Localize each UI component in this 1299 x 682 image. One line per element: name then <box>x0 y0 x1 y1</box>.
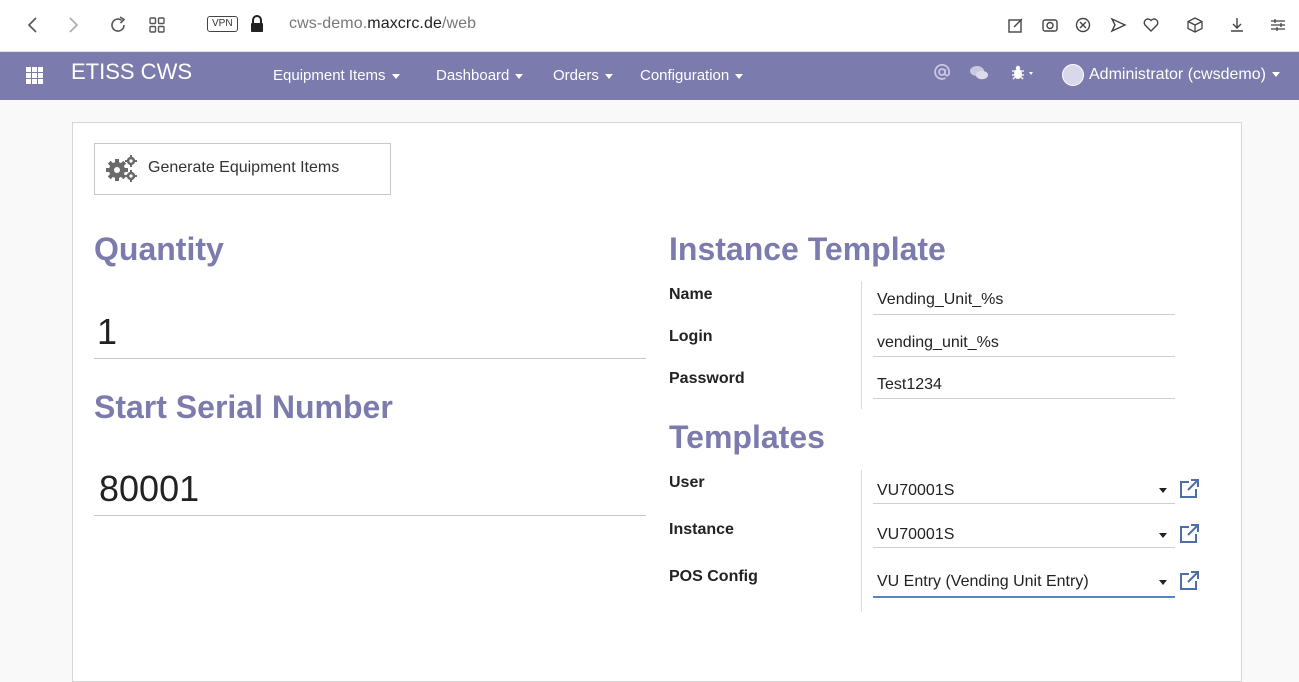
column-separator <box>861 281 862 409</box>
app-navbar: ETISS CWS Equipment Items Dashboard Orde… <box>0 52 1299 100</box>
name-input[interactable]: Vending_Unit_%s <box>877 291 1003 309</box>
avatar[interactable] <box>1062 64 1084 86</box>
camera-icon[interactable] <box>1038 13 1062 37</box>
quantity-underline <box>94 358 646 359</box>
forward-icon[interactable] <box>61 12 85 38</box>
instance-label: Instance <box>669 521 734 538</box>
password-label: Password <box>669 370 745 387</box>
menu-label: Orders <box>553 67 599 84</box>
login-underline <box>873 356 1175 357</box>
menu-label: Configuration <box>640 67 730 84</box>
block-icon[interactable] <box>1071 13 1095 37</box>
back-icon[interactable] <box>21 12 45 38</box>
caret-down-icon <box>391 73 400 79</box>
pos-config-underline <box>873 596 1175 598</box>
dropdown-caret-icon[interactable] <box>1159 533 1167 538</box>
dropdown-caret-icon[interactable] <box>1159 580 1167 585</box>
browser-toolbar: VPN cws-demo.maxcrc.de/web <box>0 0 1299 52</box>
chat-icon[interactable] <box>969 64 989 87</box>
password-input[interactable]: Test1234 <box>877 376 942 394</box>
pos-config-label: POS Config <box>669 568 758 585</box>
caret-down-icon <box>604 73 613 79</box>
menu-dashboard[interactable]: Dashboard <box>436 67 524 84</box>
caret-down-icon <box>515 73 524 79</box>
serial-heading: Start Serial Number <box>94 389 393 425</box>
url-prefix: cws-demo. <box>289 15 368 32</box>
serial-underline <box>94 515 646 516</box>
password-underline <box>873 398 1175 399</box>
download-icon[interactable] <box>1225 13 1249 37</box>
caret-down-icon <box>1271 72 1280 78</box>
templates-heading: Templates <box>669 419 825 455</box>
external-link-icon[interactable] <box>1177 569 1201 593</box>
menu-equipment-items[interactable]: Equipment Items <box>273 67 400 84</box>
reload-icon[interactable] <box>106 12 130 38</box>
user-menu[interactable]: Administrator (cwsdemo) <box>1089 66 1280 84</box>
name-label: Name <box>669 286 713 303</box>
user-label: User <box>669 474 705 491</box>
user-underline <box>873 503 1175 504</box>
instance-select[interactable]: VU70001S <box>877 526 954 544</box>
address-bar[interactable]: cws-demo.maxcrc.de/web <box>289 15 476 33</box>
login-label: Login <box>669 328 713 345</box>
menu-label: Equipment Items <box>273 67 386 84</box>
app-brand: ETISS CWS <box>71 59 193 84</box>
menu-orders[interactable]: Orders <box>553 67 613 84</box>
send-icon[interactable] <box>1106 13 1130 37</box>
debug-bug-icon[interactable] <box>1010 64 1036 87</box>
menu-label: Dashboard <box>436 67 510 84</box>
edit-page-icon[interactable] <box>1004 13 1028 37</box>
caret-down-icon <box>735 73 744 79</box>
name-underline <box>873 314 1175 315</box>
quantity-heading: Quantity <box>94 231 224 267</box>
dropdown-caret-icon[interactable] <box>1159 488 1167 493</box>
box-icon[interactable] <box>1183 13 1207 37</box>
user-select[interactable]: VU70001S <box>877 482 954 500</box>
url-path: /web <box>441 15 477 32</box>
lock-icon <box>251 15 263 32</box>
instance-underline <box>873 547 1175 548</box>
form-sheet: Generate Equipment Items Quantity 1 Star… <box>72 122 1242 682</box>
speed-dial-icon[interactable] <box>145 12 169 38</box>
pos-config-select[interactable]: VU Entry (Vending Unit Entry) <box>877 573 1089 591</box>
mentions-icon[interactable] <box>933 63 951 86</box>
gears-icon <box>106 155 137 182</box>
settings-sliders-icon[interactable] <box>1266 13 1290 37</box>
menu-configuration[interactable]: Configuration <box>640 67 744 84</box>
apps-menu-icon[interactable] <box>26 67 43 84</box>
instance-template-heading: Instance Template <box>669 231 946 267</box>
external-link-icon[interactable] <box>1177 477 1201 501</box>
quantity-input[interactable]: 1 <box>97 311 117 353</box>
generate-equipment-items-button[interactable]: Generate Equipment Items <box>94 143 391 195</box>
user-name: Administrator (cwsdemo) <box>1089 66 1266 83</box>
heart-icon[interactable] <box>1139 13 1163 37</box>
column-separator <box>861 470 862 612</box>
generate-button-label: Generate Equipment Items <box>148 159 340 176</box>
external-link-icon[interactable] <box>1177 522 1201 546</box>
url-host: maxcrc.de <box>367 15 442 32</box>
vpn-badge[interactable]: VPN <box>207 16 238 32</box>
login-input[interactable]: vending_unit_%s <box>877 334 999 352</box>
start-serial-input[interactable]: 80001 <box>99 468 199 510</box>
